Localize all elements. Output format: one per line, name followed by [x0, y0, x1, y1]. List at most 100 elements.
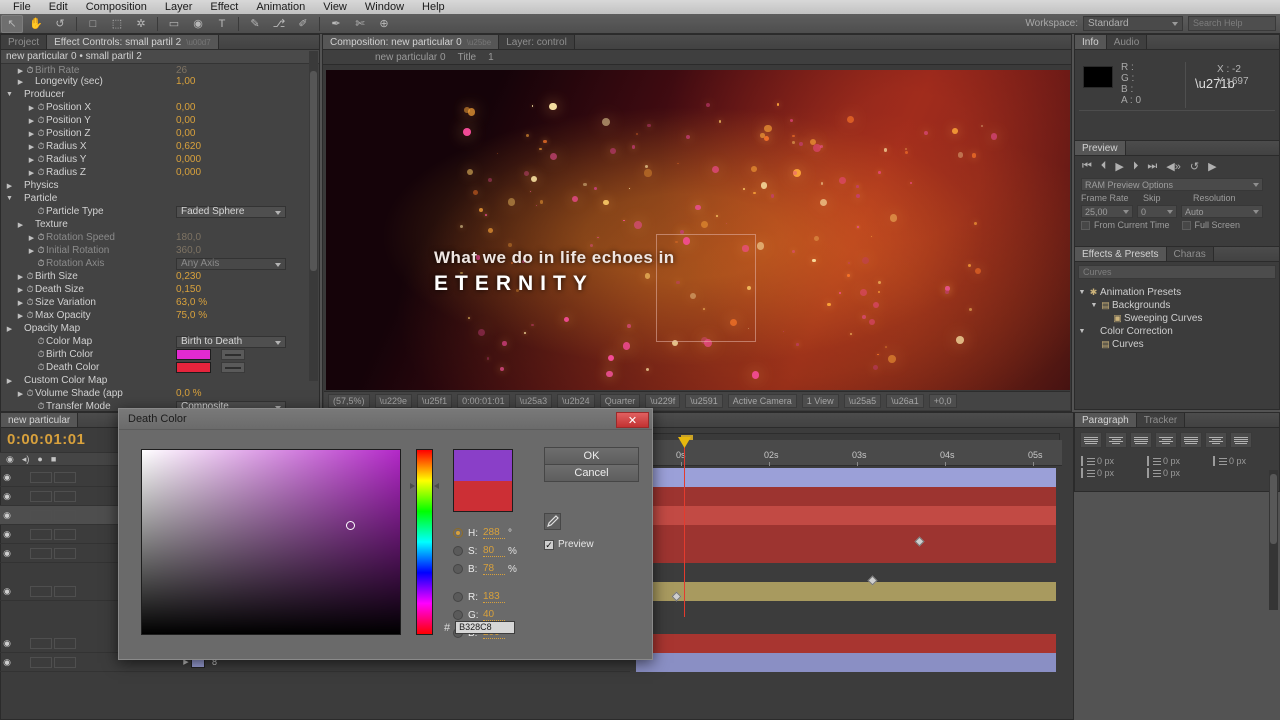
color-cursor[interactable] [346, 521, 355, 530]
eye-icon[interactable]: ◉ [0, 510, 14, 521]
timeline-column-icon-1[interactable]: ◂) [22, 454, 30, 465]
lock-cell[interactable] [54, 509, 76, 521]
effect-row-initial-rotation[interactable]: ▶ ⏱ Initial Rotation 360,0 [1, 244, 319, 257]
skip-select[interactable]: 0 [1137, 205, 1177, 218]
indent-field-1[interactable]: 0 px [1147, 456, 1203, 466]
radio-button[interactable] [453, 546, 463, 556]
tool-6[interactable]: ▭ [163, 15, 185, 33]
property-dropdown[interactable]: Any Axis [176, 257, 286, 270]
twirl-icon[interactable]: ▶ [16, 299, 25, 307]
effect-row-particle-type[interactable]: ⏱ Particle Type Faded Sphere [1, 205, 319, 218]
radio-button[interactable] [453, 610, 463, 620]
effect-row-death-color[interactable]: ⏱ Death Color [1, 361, 319, 374]
timeline-layer-bar[interactable] [636, 487, 1056, 506]
menu-item-edit[interactable]: Edit [40, 0, 77, 14]
resolution-select[interactable]: Quarter [599, 394, 641, 408]
tool-5[interactable]: ✲ [130, 15, 152, 33]
pixel-aspect-icon[interactable]: \u25a5 [843, 394, 882, 408]
tab-paragraph[interactable]: Paragraph [1075, 413, 1137, 427]
eye-icon[interactable]: ◉ [0, 529, 14, 540]
stopwatch-icon[interactable]: ⏱ [36, 401, 46, 412]
preview-checkbox[interactable]: ✓ [544, 539, 554, 550]
twirl-icon[interactable]: ▶ [27, 143, 36, 151]
stopwatch-icon[interactable]: ⏱ [36, 336, 46, 347]
timeline-column-icon-3[interactable]: ■ [51, 454, 56, 464]
stopwatch-icon[interactable]: ⏱ [36, 258, 46, 269]
transparency-grid-icon[interactable]: \u2591 [685, 394, 723, 408]
effect-row-position-x[interactable]: ▶ ⏱ Position X 0,00 [1, 101, 319, 114]
solo-cell[interactable] [30, 547, 52, 559]
solo-cell[interactable] [30, 490, 52, 502]
tab-effect-controls[interactable]: Effect Controls: small partil 2 \u00d7 [47, 35, 219, 49]
lock-cell[interactable] [54, 471, 76, 483]
timeline-layer-bar[interactable] [636, 634, 1056, 653]
color-field-s-1[interactable]: S: 80% [453, 542, 517, 560]
ram-preview-options-select[interactable]: RAM Preview Options [1081, 178, 1263, 191]
color-swatch[interactable] [176, 362, 211, 373]
color-swatch[interactable] [176, 349, 211, 360]
property-value[interactable]: 180,0 [176, 232, 201, 243]
twirl-icon[interactable]: ▶ [5, 377, 14, 385]
eye-icon[interactable]: ◉ [0, 657, 14, 668]
timeline-layer-bar[interactable] [636, 653, 1056, 672]
property-value[interactable]: 0,230 [176, 271, 201, 282]
tab-effects-presets[interactable]: Effects & Presets [1075, 247, 1167, 261]
effect-row-volume-shade-app[interactable]: ▶ ⏱ Volume Shade (app 0,0 % [1, 387, 319, 400]
solo-cell[interactable] [30, 509, 52, 521]
effect-row-particle[interactable]: ▼ Particle [1, 192, 319, 205]
menu-item-window[interactable]: Window [356, 0, 413, 14]
timeline-layer-bar[interactable] [636, 506, 1056, 525]
solo-cell[interactable] [30, 585, 52, 597]
lock-cell[interactable] [54, 585, 76, 597]
tab-preview[interactable]: Preview [1075, 141, 1126, 155]
timeline-layer-bar[interactable] [636, 544, 1056, 563]
subtab-title[interactable]: Title [458, 52, 477, 63]
tab-character[interactable]: Charas [1166, 247, 1214, 261]
effect-row-position-z[interactable]: ▶ ⏱ Position Z 0,00 [1, 127, 319, 140]
timeline-layer-bar[interactable] [636, 582, 1056, 601]
indent-field-4[interactable]: 0 px [1147, 468, 1203, 478]
composition-viewer[interactable]: What we do in life echoes in ETERNITY [326, 70, 1070, 390]
tool-8[interactable]: T [211, 15, 233, 33]
radio-button[interactable] [453, 564, 463, 574]
tool-13[interactable]: ✄ [349, 15, 371, 33]
align-button-6[interactable] [1230, 432, 1252, 448]
stopwatch-icon[interactable]: ⏱ [36, 167, 46, 178]
current-time-indicator[interactable] [678, 437, 691, 617]
transport-button-5[interactable]: ◀» [1166, 160, 1181, 173]
close-icon[interactable]: \u00d7 [186, 38, 210, 47]
effect-row-rotation-axis[interactable]: ⏱ Rotation Axis Any Axis [1, 257, 319, 270]
property-value[interactable]: 0,620 [176, 141, 201, 152]
effect-row-radius-z[interactable]: ▶ ⏱ Radius Z 0,000 [1, 166, 319, 179]
twirl-icon[interactable]: ▶ [27, 117, 36, 125]
stopwatch-icon[interactable]: ⏱ [36, 245, 46, 256]
tab-project[interactable]: Project [1, 35, 48, 49]
indent-field-3[interactable]: 0 px [1081, 468, 1137, 478]
tab-layer-control[interactable]: Layer: control [499, 35, 575, 49]
effect-row-texture[interactable]: ▶ Texture [1, 218, 319, 231]
property-value[interactable]: 0,00 [176, 128, 195, 139]
lock-cell[interactable] [54, 490, 76, 502]
tab-timeline[interactable]: new particular [1, 413, 79, 427]
tool-4[interactable]: ⬚ [106, 15, 128, 33]
stopwatch-icon[interactable]: ⏱ [36, 362, 46, 373]
indent-field-2[interactable]: 0 px [1213, 456, 1269, 466]
cancel-button[interactable]: Cancel [544, 464, 639, 482]
stopwatch-icon[interactable]: ⏱ [36, 102, 46, 113]
tree-item-color-correction[interactable]: ▼ Color Correction [1077, 325, 1277, 338]
mask-icon[interactable]: \u25f1 [417, 394, 453, 408]
timeline-layer-bar[interactable] [636, 525, 1056, 544]
hue-slider[interactable] [416, 449, 433, 635]
effect-row-color-map[interactable]: ⏱ Color Map Birth to Death [1, 335, 319, 348]
field-value[interactable]: 183 [483, 591, 505, 603]
align-button-3[interactable] [1155, 432, 1177, 448]
tab-composition[interactable]: Composition: new particular 0 \u25be [323, 35, 500, 49]
field-value[interactable]: 80 [483, 545, 505, 557]
twirl-icon[interactable]: ▶ [16, 67, 25, 75]
effect-row-death-size[interactable]: ▶ ⏱ Death Size 0,150 [1, 283, 319, 296]
transport-button-3[interactable]: ⏵ [1133, 160, 1139, 173]
exposure-value[interactable]: +0,0 [928, 394, 957, 408]
timeline-layer-bar[interactable] [636, 468, 1056, 487]
tool-10[interactable]: ⎇ [268, 15, 290, 33]
stopwatch-icon[interactable]: ⏱ [36, 115, 46, 126]
